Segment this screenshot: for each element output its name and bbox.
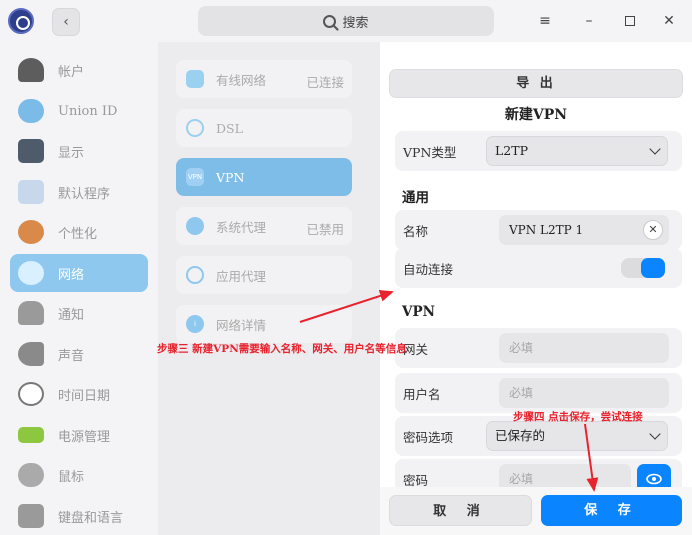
step3-arrow (299, 290, 394, 323)
step4-annotation: 步骤四 点击保存，尝试连接 (513, 411, 643, 423)
step4-arrow (584, 423, 599, 492)
step3-annotation: 步骤三 新建VPN需要输入名称、网关、用户名等信息 (157, 343, 407, 355)
annotation-arrows (299, 290, 599, 492)
